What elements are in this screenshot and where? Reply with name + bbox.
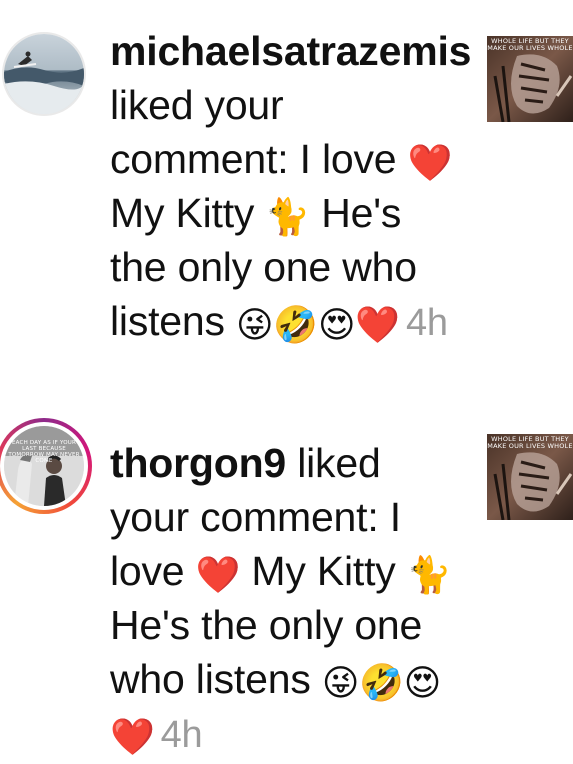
thumbnail-caption: WHOLE LIFE BUT THEY MAKE OUR LIVES WHOLE <box>487 435 573 450</box>
cat-emoji-icon: 🐈 <box>265 196 310 237</box>
thumbnail-caption: WHOLE LIFE BUT THEY MAKE OUR LIVES WHOLE <box>487 37 573 52</box>
action-text: liked your comment: I love <box>110 82 408 182</box>
heart-emoji-icon: ❤️ <box>110 716 155 757</box>
timestamp: 4h <box>405 302 448 344</box>
heart-eyes-emoji-icon: 😍 <box>317 304 356 345</box>
comment-text: My Kitty <box>110 190 266 236</box>
avatar-caption: EACH DAY AS IF YOUR LAST BECAUSE TOMORRO… <box>8 440 80 464</box>
timestamp: 4h <box>160 714 203 756</box>
winking-tongue-emoji-icon: 😜 <box>236 304 274 345</box>
notification-text: michaelsatrazemis liked your comment: I … <box>110 24 471 350</box>
comment-text: My Kitty <box>240 548 407 594</box>
post-thumbnail[interactable]: WHOLE LIFE BUT THEY MAKE OUR LIVES WHOLE <box>487 36 573 122</box>
username-link[interactable]: thorgon9 <box>110 440 286 486</box>
winking-tongue-emoji-icon: 😜 <box>321 662 360 703</box>
rolling-laughing-emoji-icon: 🤣 <box>359 662 404 703</box>
man-with-horse-photo-icon <box>4 426 84 506</box>
surfer-wave-photo-icon <box>4 34 84 114</box>
heart-emoji-icon: ❤️ <box>407 142 453 183</box>
rolling-laughing-emoji-icon: 🤣 <box>273 304 318 345</box>
notification-item[interactable]: michaelsatrazemis liked your comment: I … <box>0 24 573 404</box>
story-ring[interactable]: EACH DAY AS IF YOUR LAST BECAUSE TOMORRO… <box>0 418 92 514</box>
user-avatar[interactable] <box>2 32 86 116</box>
user-avatar[interactable]: EACH DAY AS IF YOUR LAST BECAUSE TOMORRO… <box>4 426 84 506</box>
heart-eyes-emoji-icon: 😍 <box>403 662 442 703</box>
notification-item[interactable]: EACH DAY AS IF YOUR LAST BECAUSE TOMORRO… <box>0 414 573 764</box>
heart-emoji-icon: ❤️ <box>355 304 400 345</box>
post-thumbnail[interactable]: WHOLE LIFE BUT THEY MAKE OUR LIVES WHOLE <box>487 434 573 520</box>
username-link[interactable]: michaelsatrazemis <box>110 28 471 74</box>
heart-emoji-icon: ❤️ <box>195 554 241 595</box>
cat-emoji-icon: 🐈 <box>406 554 452 595</box>
notification-text: thorgon9 liked your comment: I love ❤️ M… <box>110 436 460 762</box>
